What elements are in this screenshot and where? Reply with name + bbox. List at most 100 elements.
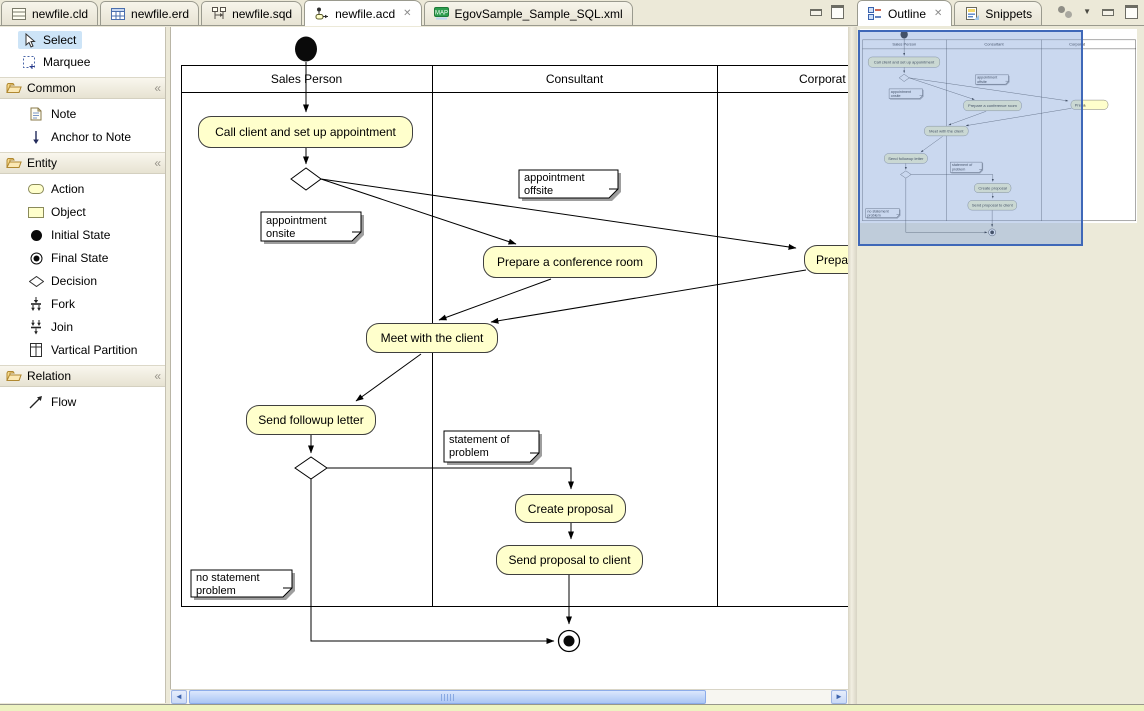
scroll-right-button[interactable]: ► bbox=[831, 690, 847, 704]
vertical-partition-icon bbox=[28, 342, 44, 358]
view-menu-icon[interactable]: ▼ bbox=[1083, 7, 1091, 17]
editor-tab-bar: newfile.cld newfile.erd newfile.sqd newf… bbox=[0, 0, 850, 26]
activity-diagram-icon bbox=[314, 6, 330, 22]
note-onsite[interactable]: appointment onsite bbox=[261, 213, 358, 241]
flow-edge[interactable] bbox=[327, 468, 571, 489]
palette-tool-label: Select bbox=[43, 33, 76, 47]
note-statement[interactable]: statement of problem bbox=[444, 432, 536, 460]
palette-item-vartical-partition[interactable]: Vartical Partition bbox=[28, 342, 165, 358]
action-prepare-far[interactable]: Prepa bbox=[804, 245, 848, 274]
decision-node[interactable] bbox=[291, 168, 321, 190]
close-icon[interactable]: ✕ bbox=[403, 8, 411, 19]
palette-item-label: Flow bbox=[51, 395, 76, 409]
tab-label: newfile.acd bbox=[335, 7, 395, 21]
decision-node[interactable] bbox=[295, 457, 327, 479]
action-send-proposal[interactable]: Send proposal to client bbox=[496, 545, 643, 575]
folder-icon bbox=[6, 80, 22, 96]
palette-section-title: Entity bbox=[27, 156, 57, 170]
editor-outline-splitter[interactable] bbox=[848, 27, 857, 704]
link-with-editor-icon[interactable] bbox=[1058, 6, 1072, 18]
outline-view-icon bbox=[867, 6, 883, 22]
tab-newfile-cld[interactable]: newfile.cld bbox=[1, 1, 98, 25]
palette-item-note[interactable]: Note bbox=[28, 106, 165, 122]
palette-item-join[interactable]: Join bbox=[28, 319, 165, 335]
flow-edge[interactable] bbox=[439, 279, 551, 320]
tab-egovsample-xml[interactable]: MAP EgovSample_Sample_SQL.xml bbox=[424, 1, 633, 25]
tab-outline[interactable]: Outline ✕ bbox=[857, 0, 952, 26]
tab-newfile-sqd[interactable]: newfile.sqd bbox=[201, 1, 302, 25]
window-bottom-trim bbox=[0, 704, 1144, 711]
action-call-client[interactable]: Call client and set up appointment bbox=[198, 116, 413, 148]
palette-item-label: Decision bbox=[51, 274, 97, 288]
palette-item-label: Vartical Partition bbox=[51, 343, 137, 357]
palette-item-final-state[interactable]: Final State bbox=[28, 250, 165, 266]
palette-item-fork[interactable]: Fork bbox=[28, 296, 165, 312]
close-icon[interactable]: ✕ bbox=[934, 8, 942, 19]
note-shapes bbox=[191, 170, 621, 600]
palette-tool-select[interactable]: Select bbox=[18, 31, 82, 49]
tab-label: newfile.erd bbox=[131, 7, 189, 21]
scrollbar-grip bbox=[441, 694, 455, 701]
marquee-icon bbox=[21, 54, 37, 70]
decision-icon bbox=[28, 273, 44, 289]
palette-item-label: Action bbox=[51, 182, 84, 196]
palette-tool-label: Marquee bbox=[43, 55, 90, 69]
horizontal-scrollbar[interactable]: ◄ ► bbox=[170, 689, 848, 704]
palette-item-decision[interactable]: Decision bbox=[28, 273, 165, 289]
palette-section-entity[interactable]: Entity « bbox=[0, 152, 165, 174]
palette-item-object[interactable]: Object bbox=[28, 204, 165, 220]
palette-item-flow[interactable]: Flow bbox=[28, 394, 165, 410]
folder-icon bbox=[6, 368, 22, 384]
sequence-diagram-icon bbox=[211, 6, 227, 22]
tab-newfile-erd[interactable]: newfile.erd bbox=[100, 1, 199, 25]
palette-item-label: Note bbox=[51, 107, 76, 121]
pin-palette-icon[interactable]: « bbox=[154, 156, 159, 170]
pin-palette-icon[interactable]: « bbox=[154, 81, 159, 95]
activity-diagram: Sales Person Consultant Corporat bbox=[171, 27, 848, 657]
folder-icon bbox=[6, 155, 22, 171]
diagram-canvas[interactable]: Sales Person Consultant Corporat bbox=[170, 27, 848, 689]
tool-palette: Select Marquee Common « Note Anchor to N… bbox=[0, 27, 166, 703]
tab-label: EgovSample_Sample_SQL.xml bbox=[455, 7, 623, 21]
maximize-view-icon[interactable] bbox=[1125, 5, 1138, 19]
action-create-proposal[interactable]: Create proposal bbox=[515, 494, 626, 523]
action-node-icon bbox=[28, 181, 44, 197]
scroll-left-button[interactable]: ◄ bbox=[171, 690, 187, 704]
class-diagram-icon bbox=[11, 6, 27, 22]
outline-viewport-rect[interactable] bbox=[858, 30, 1083, 246]
tab-newfile-acd[interactable]: newfile.acd ✕ bbox=[304, 0, 421, 26]
maximize-view-icon[interactable] bbox=[831, 5, 844, 19]
note-offsite[interactable]: appointment offsite bbox=[519, 170, 615, 198]
initial-state-node[interactable] bbox=[295, 37, 317, 62]
palette-section-title: Relation bbox=[27, 369, 71, 383]
palette-item-label: Initial State bbox=[51, 228, 110, 242]
join-icon bbox=[28, 319, 44, 335]
tab-label: newfile.cld bbox=[32, 7, 88, 21]
svg-text:MAP: MAP bbox=[435, 11, 448, 17]
object-node-icon bbox=[28, 204, 44, 220]
note-no-statement[interactable]: no statement problem bbox=[191, 570, 289, 598]
flow-edge[interactable] bbox=[356, 354, 421, 401]
palette-item-label: Join bbox=[51, 320, 73, 334]
action-send-followup[interactable]: Send followup letter bbox=[246, 405, 376, 435]
palette-section-common[interactable]: Common « bbox=[0, 77, 165, 99]
tab-label: newfile.sqd bbox=[232, 7, 292, 21]
action-meet-client[interactable]: Meet with the client bbox=[366, 323, 498, 353]
palette-section-relation[interactable]: Relation « bbox=[0, 365, 165, 387]
select-cursor-icon bbox=[21, 32, 37, 48]
palette-item-anchor-to-note[interactable]: Anchor to Note bbox=[28, 129, 165, 145]
tab-snippets[interactable]: Snippets bbox=[954, 1, 1042, 25]
fork-icon bbox=[28, 296, 44, 312]
minimize-view-icon[interactable] bbox=[810, 9, 822, 16]
palette-item-action[interactable]: Action bbox=[28, 181, 165, 197]
note-icon bbox=[28, 106, 44, 122]
palette-item-initial-state[interactable]: Initial State bbox=[28, 227, 165, 243]
scrollbar-thumb[interactable] bbox=[189, 690, 706, 704]
outline-panel: Sales Person Consultant Corporat bbox=[857, 27, 1144, 704]
palette-tool-marquee[interactable]: Marquee bbox=[18, 53, 96, 71]
minimize-view-icon[interactable] bbox=[1102, 9, 1114, 16]
palette-section-title: Common bbox=[27, 81, 76, 95]
palette-item-label: Object bbox=[51, 205, 86, 219]
pin-palette-icon[interactable]: « bbox=[154, 369, 159, 383]
action-prepare-room[interactable]: Prepare a conference room bbox=[483, 246, 657, 278]
